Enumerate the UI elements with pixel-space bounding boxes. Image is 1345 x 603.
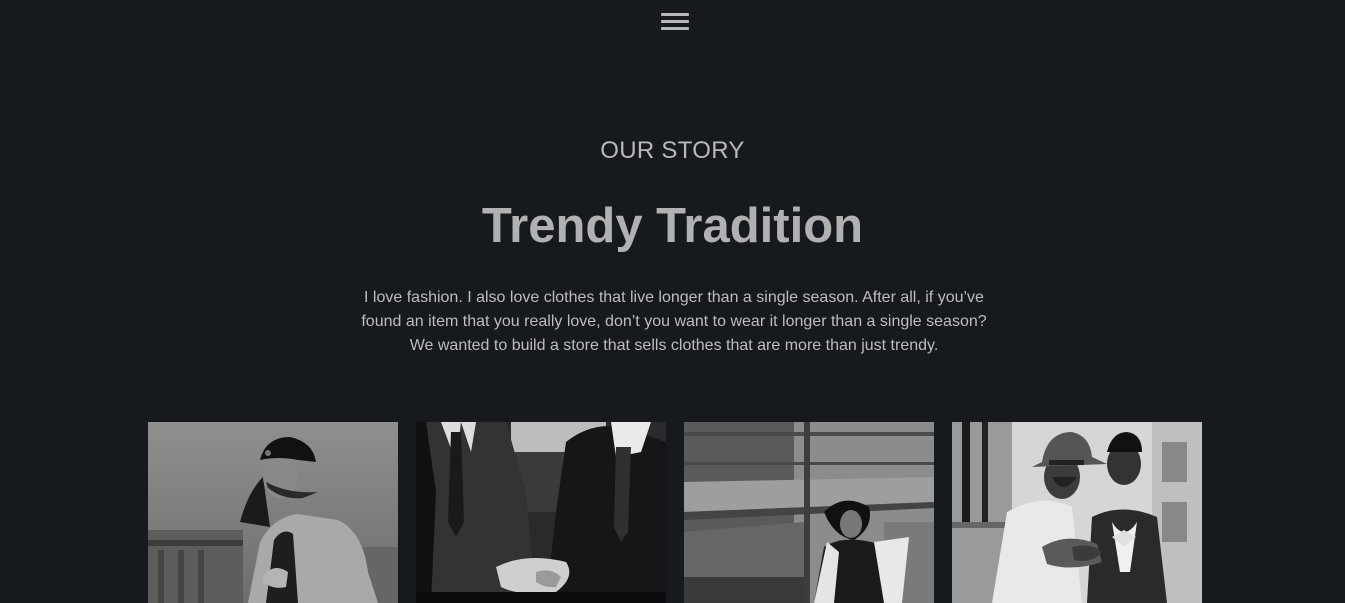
hamburger-menu-icon[interactable] (660, 10, 690, 34)
photo-gallery (148, 422, 1202, 603)
gallery-photo-men-hats[interactable] (952, 422, 1202, 603)
section-eyebrow: OUR STORY (600, 137, 745, 164)
page-title: Trendy Tradition (481, 199, 864, 253)
photo-men-suits-image (416, 422, 666, 603)
gallery-photo-woman-cap[interactable] (148, 422, 398, 603)
gallery-photo-men-suits[interactable] (416, 422, 666, 603)
story-paragraph: I love fashion. I also love clothes that… (361, 289, 987, 354)
gallery-photo-woman-pillar[interactable] (684, 422, 934, 603)
photo-woman-pillar-image (684, 422, 934, 603)
photo-men-hats-image (952, 422, 1202, 603)
photo-woman-cap-image (148, 422, 398, 603)
